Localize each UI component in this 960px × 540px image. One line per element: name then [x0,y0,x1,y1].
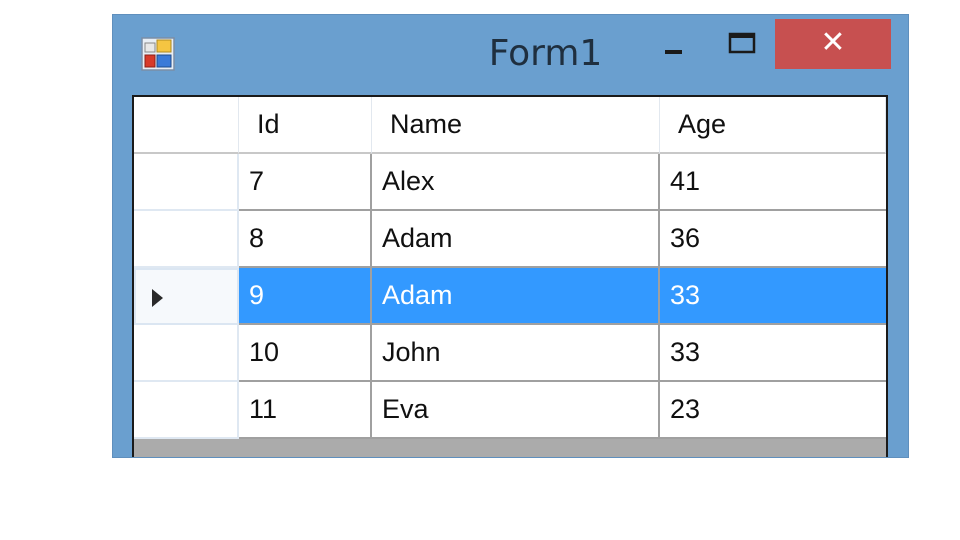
id-cell[interactable]: 7 [239,154,372,211]
corner-header-cell[interactable] [134,97,239,154]
close-icon: ✕ [820,25,846,60]
minimize-button[interactable] [643,19,703,69]
row-header-cell[interactable] [134,325,239,382]
name-cell[interactable]: John [372,325,660,382]
age-cell[interactable]: 36 [660,211,886,268]
row-header-cell[interactable] [134,268,239,325]
table-row[interactable]: 8 Adam 36 [134,211,886,268]
data-grid[interactable]: Id Name Age 7 Alex 41 8 Adam 36 9 Adam 3… [132,95,888,457]
table-row[interactable]: 7 Alex 41 [134,154,886,211]
name-cell[interactable]: Adam [372,211,660,268]
id-cell[interactable]: 11 [239,382,372,439]
grid-header-row: Id Name Age [134,97,886,154]
maximize-button[interactable] [711,19,771,69]
name-cell[interactable]: Eva [372,382,660,439]
row-header-cell[interactable] [134,382,239,439]
name-cell[interactable]: Alex [372,154,660,211]
close-button[interactable]: ✕ [775,19,891,69]
age-cell[interactable]: 41 [660,154,886,211]
age-cell[interactable]: 33 [660,268,886,325]
column-header-age[interactable]: Age [660,97,886,154]
age-cell[interactable]: 23 [660,382,886,439]
table-row[interactable]: 10 John 33 [134,325,886,382]
title-bar[interactable]: Form1 ✕ [113,15,908,96]
table-row-selected[interactable]: 9 Adam 33 [134,268,886,325]
row-header-cell[interactable] [134,154,239,211]
column-header-id[interactable]: Id [239,97,372,154]
form-window: Form1 ✕ Id Name Age 7 Alex 41 8 Adam 36 … [112,14,909,458]
age-cell[interactable]: 33 [660,325,886,382]
id-cell[interactable]: 10 [239,325,372,382]
maximize-icon [728,32,756,54]
minimize-icon [665,50,682,54]
id-cell[interactable]: 8 [239,211,372,268]
id-cell[interactable]: 9 [239,268,372,325]
name-cell[interactable]: Adam [372,268,660,325]
table-row[interactable]: 11 Eva 23 [134,382,886,439]
column-header-name[interactable]: Name [372,97,660,154]
current-row-arrow-icon [152,289,163,307]
row-header-cell[interactable] [134,211,239,268]
